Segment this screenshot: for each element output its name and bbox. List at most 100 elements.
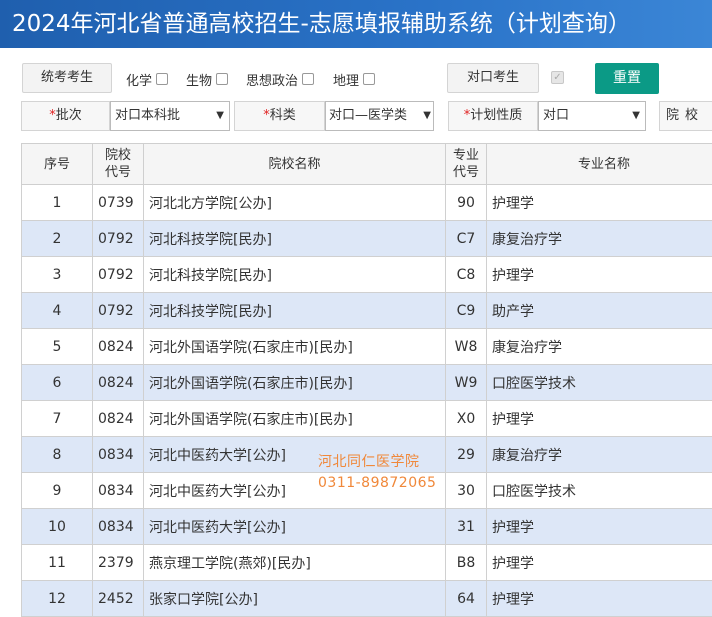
chemistry-checkbox[interactable] [156,73,168,85]
page-title: 2024年河北省普通高校招生-志愿填报辅助系统（计划查询） [0,0,712,48]
batch-select[interactable]: 对口本科批 ▼ [110,101,230,131]
cell-index: 10 [22,509,93,545]
cell-school-name: 河北科技学院[民办] [144,221,446,257]
cell-school-code: 0792 [93,257,144,293]
cell-major-name: 康复治疗学 [487,221,712,257]
cell-major-name: 助产学 [487,293,712,329]
unified-exam-button[interactable]: 统考考生 [22,63,112,93]
table-row[interactable]: 70824河北外国语学院(石家庄市)[民办]X0护理学 [22,401,712,437]
cell-index: 3 [22,257,93,293]
subject-chemistry[interactable]: 化学 [126,70,168,88]
category-label: *科类 [234,101,325,131]
table-row[interactable]: 60824河北外国语学院(石家庄市)[民办]W9口腔医学技术 [22,365,712,401]
cell-major-code: 31 [446,509,487,545]
cell-major-name: 口腔医学技术 [487,365,712,401]
cell-school-name: 张家口学院[公办] [144,581,446,617]
batch-label: *批次 [21,101,110,131]
plan-table: 序号 院校代号 院校名称 专业代号 专业名称 10739河北北方学院[公办]90… [21,143,712,617]
cell-major-code: C9 [446,293,487,329]
cell-index: 1 [22,185,93,221]
cell-school-code: 0834 [93,437,144,473]
table-row[interactable]: 90834河北中医药大学[公办]30口腔医学技术 [22,473,712,509]
chevron-down-icon: ▼ [632,102,640,130]
col-header-major-code[interactable]: 专业代号 [446,144,487,185]
cell-major-name: 康复治疗学 [487,437,712,473]
subject-label: 思想政治 [246,70,298,89]
politics-checkbox[interactable] [302,73,314,85]
category-select-value: 对口—医学类 [329,108,407,123]
cell-index: 2 [22,221,93,257]
chevron-down-icon: ▼ [216,102,224,130]
cell-major-code: W8 [446,329,487,365]
cell-major-code: C7 [446,221,487,257]
col-header-school-code[interactable]: 院校代号 [93,144,144,185]
cell-school-name: 河北北方学院[公办] [144,185,446,221]
plan-select[interactable]: 对口 ▼ [538,101,646,131]
batch-label-text: 批次 [56,108,82,123]
cell-school-name: 河北科技学院[民办] [144,257,446,293]
col-header-major-name[interactable]: 专业名称 [487,144,712,185]
cell-major-name: 护理学 [487,257,712,293]
table-row[interactable]: 112379燕京理工学院(燕郊)[民办]B8护理学 [22,545,712,581]
cell-major-code: 90 [446,185,487,221]
table-row[interactable]: 10739河北北方学院[公办]90护理学 [22,185,712,221]
header-line: 专业 [453,148,479,163]
cell-major-code: B8 [446,545,487,581]
cell-index: 8 [22,437,93,473]
table-row[interactable]: 80834河北中医药大学[公办]29康复治疗学 [22,437,712,473]
subject-biology[interactable]: 生物 [186,70,228,88]
geography-checkbox[interactable] [363,73,375,85]
table-row[interactable]: 122452张家口学院[公办]64护理学 [22,581,712,617]
cell-index: 11 [22,545,93,581]
cell-index: 4 [22,293,93,329]
table-row[interactable]: 40792河北科技学院[民办]C9助产学 [22,293,712,329]
plan-select-value: 对口 [543,108,569,123]
category-select[interactable]: 对口—医学类 ▼ [325,101,434,131]
cell-index: 7 [22,401,93,437]
vocational-checkbox: ✓ [551,71,564,84]
plan-label-text: 计划性质 [470,108,522,123]
cell-school-name: 河北科技学院[民办] [144,293,446,329]
cell-school-code: 0792 [93,293,144,329]
table-row[interactable]: 50824河北外国语学院(石家庄市)[民办]W8康复治疗学 [22,329,712,365]
cell-school-name: 河北中医药大学[公办] [144,509,446,545]
cell-index: 6 [22,365,93,401]
cell-school-name: 燕京理工学院(燕郊)[民办] [144,545,446,581]
col-header-index[interactable]: 序号 [22,144,93,185]
cell-major-code: X0 [446,401,487,437]
biology-checkbox[interactable] [216,73,228,85]
cell-school-code: 0824 [93,329,144,365]
cell-major-name: 口腔医学技术 [487,473,712,509]
cell-major-name: 护理学 [487,509,712,545]
chevron-down-icon: ▼ [423,102,431,130]
plan-label: *计划性质 [448,101,538,131]
cell-school-code: 0824 [93,401,144,437]
cell-major-name: 护理学 [487,185,712,221]
col-header-school-name[interactable]: 院校名称 [144,144,446,185]
cell-index: 12 [22,581,93,617]
cell-school-code: 0824 [93,365,144,401]
header-line: 代号 [105,165,131,180]
cell-major-code: 30 [446,473,487,509]
table-row[interactable]: 20792河北科技学院[民办]C7康复治疗学 [22,221,712,257]
cell-major-code: C8 [446,257,487,293]
cell-school-name: 河北中医药大学[公办] [144,473,446,509]
cell-major-name: 康复治疗学 [487,329,712,365]
cell-school-name: 河北外国语学院(石家庄市)[民办] [144,401,446,437]
vocational-exam-button[interactable]: 对口考生 [447,63,539,93]
reset-button[interactable]: 重置 [595,63,659,94]
subject-politics[interactable]: 思想政治 [246,70,314,88]
subject-geography[interactable]: 地理 [333,70,375,88]
cell-major-name: 护理学 [487,545,712,581]
table-row[interactable]: 100834河北中医药大学[公办]31护理学 [22,509,712,545]
cell-school-code: 0834 [93,509,144,545]
subject-label: 地理 [333,70,359,89]
cell-major-code: W9 [446,365,487,401]
table-row[interactable]: 30792河北科技学院[民办]C8护理学 [22,257,712,293]
cell-major-name: 护理学 [487,581,712,617]
cell-index: 9 [22,473,93,509]
cell-school-name: 河北中医药大学[公办] [144,437,446,473]
cell-major-code: 64 [446,581,487,617]
table-header-row: 序号 院校代号 院校名称 专业代号 专业名称 [22,144,712,185]
table-body: 10739河北北方学院[公办]90护理学20792河北科技学院[民办]C7康复治… [22,185,712,617]
